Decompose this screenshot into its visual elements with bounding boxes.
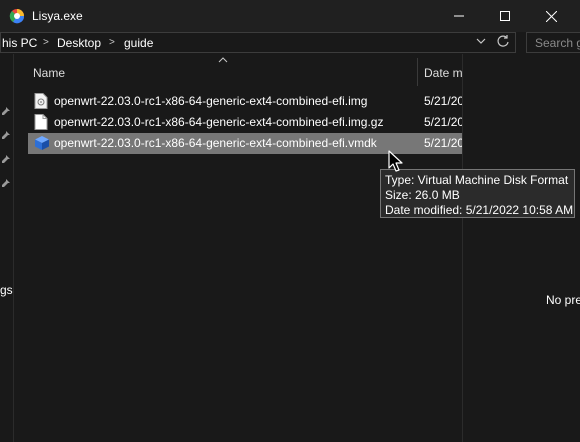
crumb-separator-icon[interactable]: >	[43, 37, 49, 48]
address-bar[interactable]: his PC > Desktop > guide	[0, 32, 516, 53]
tooltip-size: Size: 26.0 MB	[385, 188, 460, 202]
crumb-this-pc[interactable]: his PC	[2, 36, 37, 50]
sort-ascending-icon	[218, 57, 228, 63]
preview-pane	[462, 54, 580, 442]
file-row[interactable]: openwrt-22.03.0-rc1-x86-64-generic-ext4-…	[28, 91, 462, 112]
minimize-icon	[454, 15, 464, 17]
close-button[interactable]	[528, 0, 574, 32]
preview-message: No pre	[546, 293, 580, 307]
pin-icon[interactable]	[1, 130, 11, 140]
file-date: 5/21/202	[424, 94, 462, 108]
file-info-tooltip: Type: Virtual Machine Disk Format Size: …	[380, 169, 575, 218]
maximize-button[interactable]	[482, 0, 528, 32]
file-name: openwrt-22.03.0-rc1-x86-64-generic-ext4-…	[54, 136, 377, 150]
search-input[interactable]: Search g	[526, 32, 580, 53]
tooltip-type: Type: Virtual Machine Disk Format	[385, 173, 569, 187]
pin-icon[interactable]	[1, 106, 11, 116]
file-date: 5/21/202	[424, 115, 462, 129]
column-divider[interactable]	[417, 58, 418, 86]
pin-icon[interactable]	[1, 154, 11, 164]
pin-icon[interactable]	[1, 178, 11, 188]
crumb-guide[interactable]: guide	[124, 36, 153, 50]
chevron-down-icon[interactable]	[475, 35, 487, 47]
file-row[interactable]: openwrt-22.03.0-rc1-x86-64-generic-ext4-…	[28, 112, 462, 133]
column-header-date[interactable]: Date m	[424, 66, 463, 80]
search-placeholder: Search g	[535, 36, 580, 50]
close-icon	[545, 10, 557, 22]
blank-file-icon	[34, 114, 48, 130]
maximize-icon	[500, 11, 510, 21]
virtual-disk-file-icon	[35, 136, 49, 150]
mouse-pointer-icon	[388, 150, 403, 172]
tooltip-date-modified: Date modified: 5/21/2022 10:58 AM	[385, 203, 574, 217]
disk-image-file-icon	[34, 93, 48, 109]
crumb-desktop[interactable]: Desktop	[57, 36, 101, 50]
file-name: openwrt-22.03.0-rc1-x86-64-generic-ext4-…	[54, 94, 368, 108]
crumb-separator-icon[interactable]: >	[109, 37, 115, 48]
minimize-button[interactable]	[436, 0, 482, 32]
colorful-app-icon	[9, 9, 25, 24]
column-header-name[interactable]: Name	[33, 66, 65, 80]
window-title: Lisya.exe	[32, 9, 83, 23]
file-name: openwrt-22.03.0-rc1-x86-64-generic-ext4-…	[54, 115, 384, 129]
nav-item-label[interactable]: gs	[0, 283, 13, 297]
refresh-icon[interactable]	[496, 34, 510, 48]
file-date: 5/21/202	[424, 136, 462, 150]
